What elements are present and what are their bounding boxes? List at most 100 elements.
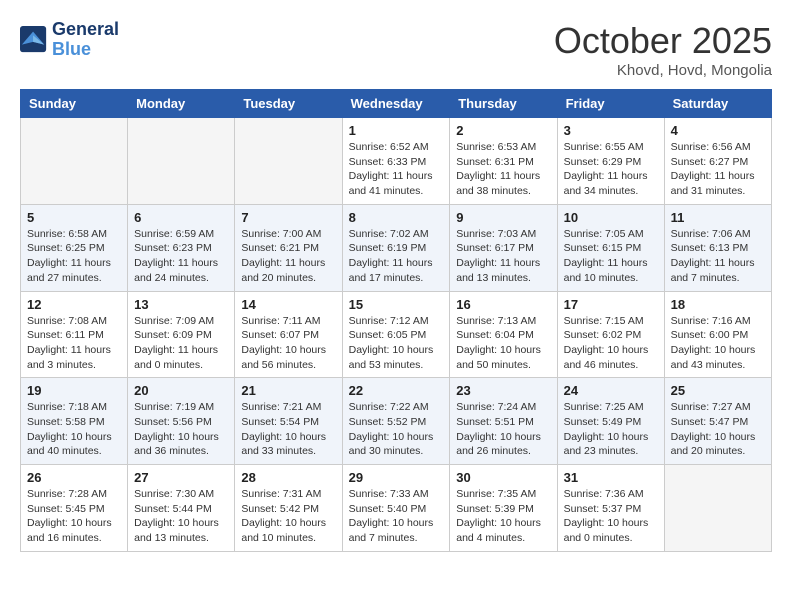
day-number: 9 <box>456 210 550 225</box>
calendar-cell: 28 Sunrise: 7:31 AM Sunset: 5:42 PM Dayli… <box>235 465 342 552</box>
col-header-tuesday: Tuesday <box>235 90 342 118</box>
day-info: Sunrise: 6:53 AM Sunset: 6:31 PM Dayligh… <box>456 140 550 199</box>
day-number: 21 <box>241 383 335 398</box>
day-number: 2 <box>456 123 550 138</box>
calendar-cell: 1 Sunrise: 6:52 AM Sunset: 6:33 PM Daylig… <box>342 118 450 205</box>
day-info: Sunrise: 7:15 AM Sunset: 6:02 PM Dayligh… <box>564 314 658 373</box>
day-info: Sunrise: 6:58 AM Sunset: 6:25 PM Dayligh… <box>27 227 121 286</box>
day-info: Sunrise: 7:02 AM Sunset: 6:19 PM Dayligh… <box>349 227 444 286</box>
logo: General Blue <box>20 20 119 60</box>
day-number: 16 <box>456 297 550 312</box>
calendar-cell <box>21 118 128 205</box>
day-number: 1 <box>349 123 444 138</box>
calendar-cell: 7Sunrise: 7:00 AM Sunset: 6:21 PM Daylig… <box>235 204 342 291</box>
day-info: Sunrise: 7:00 AM Sunset: 6:21 PM Dayligh… <box>241 227 335 286</box>
calendar-cell: 13 Sunrise: 7:09 AM Sunset: 6:09 PM Dayli… <box>128 291 235 378</box>
calendar-cell: 15 Sunrise: 7:12 AM Sunset: 6:05 PM Dayli… <box>342 291 450 378</box>
calendar-cell: 6Sunrise: 6:59 AM Sunset: 6:23 PM Daylig… <box>128 204 235 291</box>
day-info: Sunrise: 7:24 AM Sunset: 5:51 PM Dayligh… <box>456 400 550 459</box>
calendar-cell: 10Sunrise: 7:05 AM Sunset: 6:15 PM Dayli… <box>557 204 664 291</box>
day-info: Sunrise: 7:31 AM Sunset: 5:42 PM Dayligh… <box>241 487 335 546</box>
calendar-cell: 20 Sunrise: 7:19 AM Sunset: 5:56 PM Dayli… <box>128 378 235 465</box>
day-info: Sunrise: 7:08 AM Sunset: 6:11 PM Dayligh… <box>27 314 121 373</box>
location: Khovd, Hovd, Mongolia <box>554 62 772 79</box>
calendar-week-row: 19Sunrise: 7:18 AM Sunset: 5:58 PM Dayli… <box>21 378 772 465</box>
calendar-cell: 3Sunrise: 6:55 AM Sunset: 6:29 PM Daylig… <box>557 118 664 205</box>
day-info: Sunrise: 6:56 AM Sunset: 6:27 PM Dayligh… <box>671 140 765 199</box>
calendar-cell: 2 Sunrise: 6:53 AM Sunset: 6:31 PM Daylig… <box>450 118 557 205</box>
day-number: 28 <box>241 470 335 485</box>
day-number: 22 <box>349 383 444 398</box>
calendar-cell: 23 Sunrise: 7:24 AM Sunset: 5:51 PM Dayli… <box>450 378 557 465</box>
day-number: 23 <box>456 383 550 398</box>
day-number: 6 <box>134 210 228 225</box>
calendar-cell: 30Sunrise: 7:35 AM Sunset: 5:39 PM Dayli… <box>450 465 557 552</box>
calendar-cell: 22 Sunrise: 7:22 AM Sunset: 5:52 PM Dayli… <box>342 378 450 465</box>
day-info: Sunrise: 7:19 AM Sunset: 5:56 PM Dayligh… <box>134 400 228 459</box>
calendar-cell: 8Sunrise: 7:02 AM Sunset: 6:19 PM Daylig… <box>342 204 450 291</box>
day-number: 27 <box>134 470 228 485</box>
day-info: Sunrise: 7:30 AM Sunset: 5:44 PM Dayligh… <box>134 487 228 546</box>
day-info: Sunrise: 7:03 AM Sunset: 6:17 PM Dayligh… <box>456 227 550 286</box>
day-number: 12 <box>27 297 121 312</box>
day-info: Sunrise: 7:13 AM Sunset: 6:04 PM Dayligh… <box>456 314 550 373</box>
calendar-week-row: 12 Sunrise: 7:08 AM Sunset: 6:11 PM Dayli… <box>21 291 772 378</box>
calendar-cell: 11 Sunrise: 7:06 AM Sunset: 6:13 PM Dayli… <box>664 204 771 291</box>
title-block: October 2025 Khovd, Hovd, Mongolia <box>554 20 772 79</box>
day-number: 15 <box>349 297 444 312</box>
calendar-cell: 17 Sunrise: 7:15 AM Sunset: 6:02 PM Dayli… <box>557 291 664 378</box>
day-info: Sunrise: 7:06 AM Sunset: 6:13 PM Dayligh… <box>671 227 765 286</box>
calendar-week-row: 1 Sunrise: 6:52 AM Sunset: 6:33 PM Daylig… <box>21 118 772 205</box>
day-number: 29 <box>349 470 444 485</box>
day-info: Sunrise: 7:12 AM Sunset: 6:05 PM Dayligh… <box>349 314 444 373</box>
day-info: Sunrise: 7:36 AM Sunset: 5:37 PM Dayligh… <box>564 487 658 546</box>
day-number: 24 <box>564 383 658 398</box>
day-number: 13 <box>134 297 228 312</box>
day-info: Sunrise: 6:52 AM Sunset: 6:33 PM Dayligh… <box>349 140 444 199</box>
calendar-cell <box>235 118 342 205</box>
calendar-cell: 14Sunrise: 7:11 AM Sunset: 6:07 PM Dayli… <box>235 291 342 378</box>
day-info: Sunrise: 6:55 AM Sunset: 6:29 PM Dayligh… <box>564 140 658 199</box>
day-number: 31 <box>564 470 658 485</box>
day-number: 4 <box>671 123 765 138</box>
col-header-wednesday: Wednesday <box>342 90 450 118</box>
calendar-cell: 25Sunrise: 7:27 AM Sunset: 5:47 PM Dayli… <box>664 378 771 465</box>
col-header-saturday: Saturday <box>664 90 771 118</box>
day-info: Sunrise: 7:11 AM Sunset: 6:07 PM Dayligh… <box>241 314 335 373</box>
day-info: Sunrise: 7:25 AM Sunset: 5:49 PM Dayligh… <box>564 400 658 459</box>
day-number: 19 <box>27 383 121 398</box>
day-number: 17 <box>564 297 658 312</box>
day-info: Sunrise: 7:16 AM Sunset: 6:00 PM Dayligh… <box>671 314 765 373</box>
calendar-cell: 16 Sunrise: 7:13 AM Sunset: 6:04 PM Dayli… <box>450 291 557 378</box>
day-number: 26 <box>27 470 121 485</box>
calendar-table: SundayMondayTuesdayWednesdayThursdayFrid… <box>20 89 772 552</box>
calendar-cell <box>664 465 771 552</box>
calendar-cell: 4 Sunrise: 6:56 AM Sunset: 6:27 PM Daylig… <box>664 118 771 205</box>
calendar-week-row: 26 Sunrise: 7:28 AM Sunset: 5:45 PM Dayli… <box>21 465 772 552</box>
calendar-cell: 27 Sunrise: 7:30 AM Sunset: 5:44 PM Dayli… <box>128 465 235 552</box>
day-number: 20 <box>134 383 228 398</box>
page-header: General Blue October 2025 Khovd, Hovd, M… <box>20 20 772 79</box>
col-header-thursday: Thursday <box>450 90 557 118</box>
day-number: 10 <box>564 210 658 225</box>
calendar-cell: 24 Sunrise: 7:25 AM Sunset: 5:49 PM Dayli… <box>557 378 664 465</box>
day-info: Sunrise: 7:09 AM Sunset: 6:09 PM Dayligh… <box>134 314 228 373</box>
day-info: Sunrise: 7:21 AM Sunset: 5:54 PM Dayligh… <box>241 400 335 459</box>
calendar-week-row: 5 Sunrise: 6:58 AM Sunset: 6:25 PM Daylig… <box>21 204 772 291</box>
calendar-cell: 31 Sunrise: 7:36 AM Sunset: 5:37 PM Dayli… <box>557 465 664 552</box>
day-number: 25 <box>671 383 765 398</box>
day-number: 5 <box>27 210 121 225</box>
calendar-cell: 5 Sunrise: 6:58 AM Sunset: 6:25 PM Daylig… <box>21 204 128 291</box>
col-header-monday: Monday <box>128 90 235 118</box>
day-info: Sunrise: 7:33 AM Sunset: 5:40 PM Dayligh… <box>349 487 444 546</box>
day-info: Sunrise: 7:28 AM Sunset: 5:45 PM Dayligh… <box>27 487 121 546</box>
day-number: 11 <box>671 210 765 225</box>
calendar-cell: 18 Sunrise: 7:16 AM Sunset: 6:00 PM Dayli… <box>664 291 771 378</box>
calendar-cell: 21 Sunrise: 7:21 AM Sunset: 5:54 PM Dayli… <box>235 378 342 465</box>
day-number: 18 <box>671 297 765 312</box>
calendar-cell: 12 Sunrise: 7:08 AM Sunset: 6:11 PM Dayli… <box>21 291 128 378</box>
day-number: 30 <box>456 470 550 485</box>
calendar-cell: 29 Sunrise: 7:33 AM Sunset: 5:40 PM Dayli… <box>342 465 450 552</box>
calendar-cell <box>128 118 235 205</box>
day-info: Sunrise: 7:22 AM Sunset: 5:52 PM Dayligh… <box>349 400 444 459</box>
